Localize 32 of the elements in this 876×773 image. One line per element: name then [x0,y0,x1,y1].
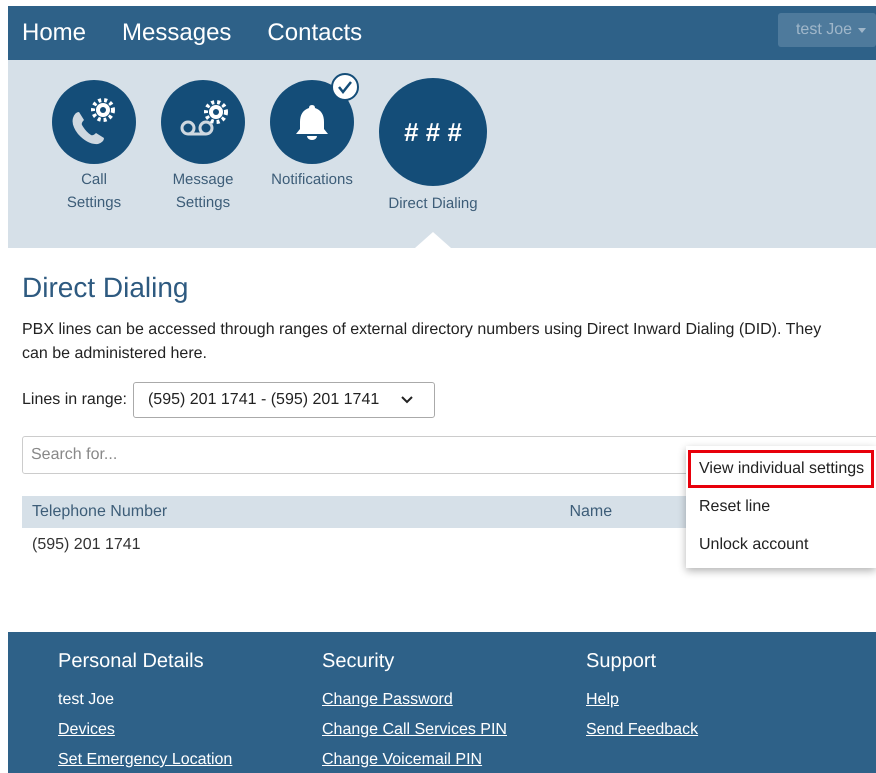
caret-icon [858,28,866,32]
range-label: Lines in range: [22,391,127,409]
chevron-icon [401,396,414,404]
footer-heading: Security [322,650,396,673]
nav-link[interactable]: Home [22,19,86,47]
pointer-notch [415,232,451,248]
nav-link[interactable]: Contacts [267,19,362,47]
page-heading: Direct Dialing [22,272,190,304]
footer-heading: Personal Details [58,650,205,673]
feature-label: Notifications [270,170,354,190]
footer-link[interactable]: Devices [58,715,322,745]
nav-link[interactable]: Messages [122,19,232,47]
menu-item[interactable]: Reset line [688,488,874,526]
bell-icon [295,103,329,141]
feature-label: Call Settings [66,170,122,213]
footer-link[interactable]: Change Password [322,685,586,715]
footer-link[interactable]: Change Call Services PIN [322,715,586,745]
footer-heading: Support [586,650,658,673]
footer-text: test Joe [58,690,116,710]
range-select[interactable]: (595) 201 1741 - (595) 201 1741 [132,382,435,418]
feature-button[interactable]: # # # [379,78,487,186]
footer-link[interactable]: Set Emergency Location [58,745,322,773]
feature-label: Message Settings [172,170,234,213]
footer-link[interactable]: Help [586,685,850,715]
table-cell: (595) 201 1741 [22,528,560,562]
feature-label: Direct Dialing [387,194,479,214]
footer-link[interactable]: Send Feedback [586,715,850,745]
menu-item[interactable]: Unlock account [688,526,874,564]
description: PBX lines can be accessed through ranges of external directory numbers using Direct Inward Dialing (DID). They can be administered here. [22,320,822,364]
column-header: Telephone Number [22,496,560,528]
menu-item[interactable]: View individual settings [688,450,874,488]
footer-link[interactable]: Change Voicemail PIN [322,745,586,773]
